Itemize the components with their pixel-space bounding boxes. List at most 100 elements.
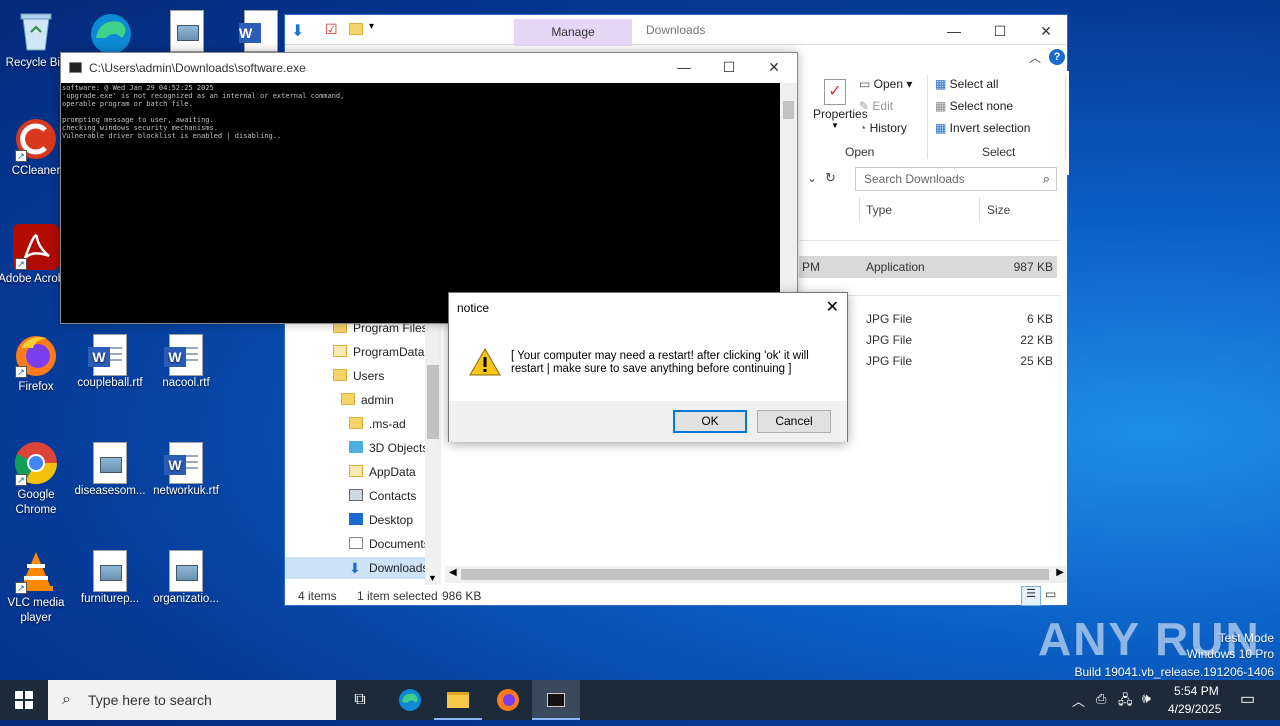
taskbar-firefox[interactable] — [484, 680, 532, 720]
horizontal-scrollbar[interactable]: ◀ ▶ — [445, 566, 1067, 583]
desktop-icon-furniturep[interactable]: furniturep... — [72, 548, 148, 607]
refresh-icon[interactable]: ↻ — [825, 170, 836, 186]
horizontal-scrollbar-thumb[interactable] — [461, 569, 1049, 580]
close-button[interactable]: ✕ — [1023, 19, 1069, 43]
table-row-selected[interactable]: PM Application 987 KB — [799, 256, 1057, 278]
console-line: 'upgrade.exe' is not recognized as an in… — [62, 92, 345, 100]
select-none-button[interactable]: ▦ Select none — [935, 99, 1013, 113]
notifications-icon[interactable]: ▭ — [1240, 689, 1255, 709]
taskbar-console[interactable] — [532, 680, 580, 720]
nav-item-appdata[interactable]: AppData — [349, 461, 416, 483]
desktop-icon-nacool[interactable]: W nacool.rtf — [148, 332, 224, 391]
address-dropdown-icon[interactable]: ⌄ — [807, 171, 817, 185]
console-scrollbar[interactable] — [780, 83, 797, 323]
dialog-message: [ Your computer may need a restart! afte… — [511, 350, 809, 375]
nav-item-documents[interactable]: Documents — [349, 533, 430, 555]
search-icon: ⌕ — [62, 691, 71, 708]
console-scrollbar-thumb[interactable] — [783, 101, 794, 119]
tab-manage[interactable]: Manage — [514, 19, 632, 46]
desktop-icon-vlc[interactable]: ↗ VLC media player — [0, 548, 74, 626]
warning-icon — [469, 347, 501, 380]
nav-scrollbar-thumb[interactable] — [427, 365, 439, 439]
minimize-button[interactable]: — — [931, 19, 977, 43]
history-button[interactable]: ◔ History — [859, 121, 907, 135]
header-rule — [799, 240, 1061, 241]
console-minimize-button[interactable]: — — [661, 55, 707, 79]
help-icon[interactable]: ? — [1049, 49, 1065, 65]
cancel-button[interactable]: Cancel — [757, 410, 831, 433]
windows-edition-label: Windows 10 Pro — [1186, 647, 1274, 661]
clock-date[interactable]: 4/29/2025 — [1168, 702, 1221, 716]
shortcut-arrow-icon: ↗ — [15, 258, 27, 270]
scroll-right-icon[interactable]: ▶ — [1056, 567, 1064, 578]
column-header-type[interactable]: Type — [866, 203, 892, 217]
desktop-icon-image-partial[interactable] — [170, 10, 204, 52]
console-window[interactable]: C:\Users\admin\Downloads\software.exe — … — [60, 52, 798, 324]
desktop-icon-networkuk[interactable]: W networkuk.rtf — [148, 440, 224, 499]
console-close-button[interactable]: ✕ — [751, 55, 797, 79]
window-title: Downloads — [646, 23, 706, 37]
notice-dialog[interactable]: notice ✕ [ Your computer may need a rest… — [448, 292, 848, 442]
dialog-footer: OK Cancel — [449, 401, 847, 442]
maximize-button[interactable]: ☐ — [977, 19, 1023, 43]
taskbar-edge[interactable] — [386, 680, 434, 720]
group-label-select: Select — [982, 145, 1016, 159]
console-title: C:\Users\admin\Downloads\software.exe — [89, 61, 306, 75]
desktop-icon-organizatio[interactable]: organizatio... — [148, 548, 224, 607]
console-maximize-button[interactable]: ☐ — [706, 55, 752, 79]
desktop-icon-coupleball[interactable]: W coupleball.rtf — [72, 332, 148, 391]
desktop-icon-diseasesom[interactable]: diseasesom... — [72, 440, 148, 499]
folder-icon — [447, 692, 469, 708]
quick-access-folder-icon[interactable] — [349, 23, 363, 35]
scroll-down-icon[interactable]: ▼ — [428, 573, 437, 583]
nav-item-users[interactable]: Users — [333, 365, 384, 387]
nav-item-contacts[interactable]: Contacts — [349, 485, 416, 507]
word-doc-icon: W — [88, 334, 127, 376]
edit-button[interactable]: ✎ Edit — [859, 99, 893, 113]
taskbar-file-explorer[interactable] — [434, 680, 482, 720]
column-divider — [979, 197, 980, 221]
nav-item-ms-ad[interactable]: .ms-ad — [349, 413, 406, 435]
dialog-close-button[interactable]: ✕ — [826, 297, 839, 317]
scroll-left-icon[interactable]: ◀ — [449, 567, 457, 578]
volume-icon[interactable]: 🕪 — [1142, 690, 1151, 707]
download-arrow-icon: ⬇ — [349, 560, 361, 576]
tray-device-icon[interactable]: ⎙ — [1096, 691, 1106, 707]
quick-access-download-icon[interactable]: ⬇ — [291, 21, 304, 41]
taskbar-search-input[interactable]: ⌕ Type here to search — [48, 680, 336, 720]
image-file-icon — [93, 442, 127, 484]
search-input[interactable]: Search Downloads ⌕ — [855, 167, 1057, 191]
nav-item-downloads[interactable]: ⬇ Downloads — [285, 557, 441, 579]
console-line: operable program or batch file. — [62, 100, 193, 108]
vlc-icon: ↗ — [13, 548, 59, 594]
open-button[interactable]: ▭ Open ▾ — [859, 77, 912, 91]
tray-chevron-icon[interactable]: ︿ — [1072, 691, 1085, 710]
quick-access-dropdown-icon[interactable]: ▾ — [369, 21, 374, 32]
nav-item-admin[interactable]: admin — [341, 389, 394, 411]
console-titlebar: C:\Users\admin\Downloads\software.exe — … — [61, 53, 797, 83]
properties-button[interactable]: ✓ Properties ▼ — [813, 79, 868, 130]
console-line: prompting message to user, awaiting. — [62, 116, 214, 124]
start-button[interactable] — [0, 680, 48, 720]
build-label: Build 19041.vb_release.191206-1406 — [1074, 665, 1275, 679]
details-view-icon[interactable]: ☰ — [1021, 586, 1041, 606]
invert-selection-button[interactable]: ▦ Invert selection — [935, 121, 1030, 135]
nav-scrollbar[interactable]: ▼ — [425, 305, 441, 585]
desktop-icon-google-chrome[interactable]: ↗ Google Chrome — [0, 440, 74, 518]
nav-item-3d-objects[interactable]: 3D Objects — [349, 437, 428, 459]
quick-access-properties-icon[interactable]: ☑ — [325, 21, 338, 38]
ok-button[interactable]: OK — [673, 410, 747, 433]
desktop-icon-firefox[interactable]: ↗ Firefox — [0, 332, 74, 395]
nav-item-programdata[interactable]: ProgramData — [333, 341, 424, 363]
desktop-icon-edge-partial[interactable] — [86, 8, 136, 54]
task-view-button[interactable]: ⧉ — [336, 680, 384, 720]
ribbon-collapse-icon[interactable]: ︿ — [1029, 49, 1041, 66]
column-header-size[interactable]: Size — [987, 203, 1010, 217]
select-all-button[interactable]: ▦ Select all — [935, 77, 998, 91]
console-output[interactable]: software: @ Wed Jan 29 04:52:25 2025'upg… — [61, 83, 781, 323]
large-icons-view-icon[interactable]: ▭ — [1045, 587, 1056, 601]
nav-item-desktop[interactable]: Desktop — [349, 509, 413, 531]
clock-time[interactable]: 5:54 PM — [1174, 684, 1219, 698]
desktop-icon-word-partial[interactable]: W — [239, 10, 278, 52]
network-icon[interactable]: 🖧 — [1118, 691, 1133, 713]
